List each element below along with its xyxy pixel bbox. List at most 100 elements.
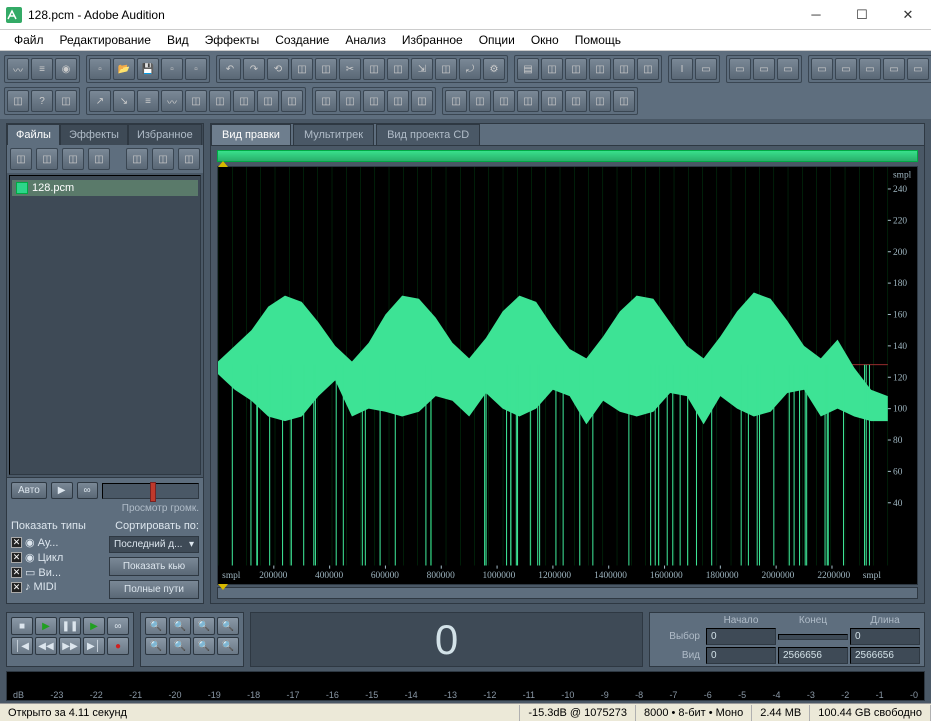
tb2-g-icon[interactable]: ◫ — [281, 90, 303, 112]
minimize-button[interactable]: ─ — [793, 0, 839, 30]
tb-win3-icon[interactable]: ▭ — [777, 58, 799, 80]
side-opt2-icon[interactable]: ◫ — [152, 148, 174, 170]
main-tab-cd[interactable]: Вид проекта CD — [376, 124, 480, 145]
tb-tool1-icon[interactable]: ◫ — [291, 58, 313, 80]
auto-play-button[interactable]: Авто — [11, 482, 47, 499]
tb2-d-icon[interactable]: ◫ — [209, 90, 231, 112]
zoom-out-v-button[interactable]: 🔍 — [169, 637, 191, 655]
side-tab-favorites[interactable]: Избранное — [128, 124, 202, 145]
sel-end-field[interactable] — [778, 634, 848, 640]
main-tab-edit[interactable]: Вид правки — [211, 124, 291, 145]
tb-win2-icon[interactable]: ▭ — [753, 58, 775, 80]
menu-favorites[interactable]: Избранное — [394, 30, 471, 50]
tb-cut-icon[interactable]: ✂ — [339, 58, 361, 80]
main-tab-multitrack[interactable]: Мультитрек — [293, 124, 374, 145]
tb2-f-icon[interactable]: ◫ — [257, 90, 279, 112]
horizontal-scrollbar[interactable] — [217, 587, 918, 599]
play-sel-button[interactable]: ▶ — [83, 617, 105, 635]
tb-new-icon[interactable]: ▫ — [89, 58, 111, 80]
pause-button[interactable]: ❚❚ — [59, 617, 81, 635]
tb-win1-icon[interactable]: ▭ — [729, 58, 751, 80]
tb-cd-icon[interactable]: ◉ — [55, 58, 77, 80]
menu-file[interactable]: Файл — [6, 30, 52, 50]
level-meter[interactable]: dB-23-22-21-20-19-18-17-16-15-14-13-12-1… — [6, 671, 925, 701]
side-opt1-icon[interactable]: ◫ — [126, 148, 148, 170]
full-paths-button[interactable]: Полные пути — [109, 580, 199, 599]
tb2-a-icon[interactable]: ◫ — [7, 90, 29, 112]
tb-freq-icon[interactable]: ◫ — [589, 58, 611, 80]
zoom-out-h-button[interactable]: 🔍 — [169, 617, 191, 635]
menu-effects[interactable]: Эффекты — [197, 30, 268, 50]
tb2-help-icon[interactable]: ? — [31, 90, 53, 112]
play-button[interactable]: ▶ — [35, 617, 57, 635]
tb-undo-icon[interactable]: ↶ — [219, 58, 241, 80]
tb-panel5-icon[interactable]: ▭ — [907, 58, 929, 80]
zoom-in-v-button[interactable]: 🔍 — [145, 637, 167, 655]
stop-button[interactable]: ■ — [11, 617, 33, 635]
check-audio[interactable]: ✕ — [11, 537, 22, 548]
tb2-c-icon[interactable]: ◫ — [185, 90, 207, 112]
menu-help[interactable]: Помощь — [567, 30, 629, 50]
tb-waveform-icon[interactable]: 〰 — [7, 58, 29, 80]
side-tab-files[interactable]: Файлы — [7, 124, 60, 145]
check-video[interactable]: ✕ — [11, 567, 22, 578]
tb-settings-icon[interactable]: ⚙ — [483, 58, 505, 80]
tb2-h-icon[interactable]: ◫ — [315, 90, 337, 112]
side-opt3-icon[interactable]: ◫ — [178, 148, 200, 170]
tb2-p-icon[interactable]: ◫ — [517, 90, 539, 112]
tb-panel3-icon[interactable]: ▭ — [859, 58, 881, 80]
tb-phase-icon[interactable]: ◫ — [565, 58, 587, 80]
tb-panel1-icon[interactable]: ▭ — [811, 58, 833, 80]
tb-top-icon[interactable]: ◫ — [613, 58, 635, 80]
tb2-r-icon[interactable]: ◫ — [565, 90, 587, 112]
tb-tool4-icon[interactable]: ◫ — [435, 58, 457, 80]
view-len-field[interactable]: 2566656 — [850, 647, 920, 664]
tb-mixpaste-icon[interactable]: ◫ — [387, 58, 409, 80]
show-cues-button[interactable]: Показать кью — [109, 557, 199, 576]
tb2-q-icon[interactable]: ◫ — [541, 90, 563, 112]
tb2-env-icon[interactable]: 〰 — [161, 90, 183, 112]
file-item[interactable]: 128.pcm — [12, 180, 198, 196]
tb2-m-icon[interactable]: ◫ — [445, 90, 467, 112]
side-close-icon[interactable]: ◫ — [36, 148, 58, 170]
tb2-j-icon[interactable]: ◫ — [363, 90, 385, 112]
tb2-fade1-icon[interactable]: ↗ — [89, 90, 111, 112]
loop-button[interactable]: ∞ — [107, 617, 129, 635]
tb2-l-icon[interactable]: ◫ — [411, 90, 433, 112]
tb-multitrack-icon[interactable]: ≡ — [31, 58, 53, 80]
close-button[interactable]: ✕ — [885, 0, 931, 30]
tb-open-icon[interactable]: 📂 — [113, 58, 135, 80]
zoom-left-button[interactable]: 🔍 — [193, 637, 215, 655]
tb-tool2-icon[interactable]: ◫ — [315, 58, 337, 80]
tb2-i-icon[interactable]: ◫ — [339, 90, 361, 112]
menu-analyze[interactable]: Анализ — [337, 30, 394, 50]
check-midi[interactable]: ✕ — [11, 582, 22, 593]
tb-save-icon[interactable]: 💾 — [137, 58, 159, 80]
preview-volume-slider[interactable] — [102, 483, 199, 499]
tb2-e-icon[interactable]: ◫ — [233, 90, 255, 112]
tb2-s-icon[interactable]: ◫ — [589, 90, 611, 112]
sel-begin-field[interactable]: 0 — [706, 628, 776, 645]
tb-repeat-icon[interactable]: ⟲ — [267, 58, 289, 80]
tb-pan-icon[interactable]: ◫ — [541, 58, 563, 80]
tb2-o-icon[interactable]: ◫ — [493, 90, 515, 112]
waveform-display[interactable]: 406080100120140160180200220240smpl200000… — [217, 166, 918, 585]
go-start-button[interactable]: │◀ — [11, 637, 33, 655]
tb-redo-icon[interactable]: ↷ — [243, 58, 265, 80]
sel-len-field[interactable]: 0 — [850, 628, 920, 645]
tb2-norm-icon[interactable]: ≡ — [137, 90, 159, 112]
menu-generate[interactable]: Создание — [267, 30, 337, 50]
tb2-k-icon[interactable]: ◫ — [387, 90, 409, 112]
tb-copy-new-icon[interactable]: ▫ — [161, 58, 183, 80]
sort-dropdown[interactable]: Последний д...▾ — [109, 536, 199, 553]
menu-window[interactable]: Окно — [523, 30, 567, 50]
tb2-n-icon[interactable]: ◫ — [469, 90, 491, 112]
rewind-button[interactable]: ◀◀ — [35, 637, 57, 655]
menu-options[interactable]: Опции — [471, 30, 523, 50]
tb2-fade2-icon[interactable]: ↘ — [113, 90, 135, 112]
forward-button[interactable]: ▶▶ — [59, 637, 81, 655]
maximize-button[interactable]: ☐ — [839, 0, 885, 30]
tb2-b-icon[interactable]: ◫ — [55, 90, 77, 112]
tb-marquee-icon[interactable]: ▭ — [695, 58, 717, 80]
tb-panel4-icon[interactable]: ▭ — [883, 58, 905, 80]
